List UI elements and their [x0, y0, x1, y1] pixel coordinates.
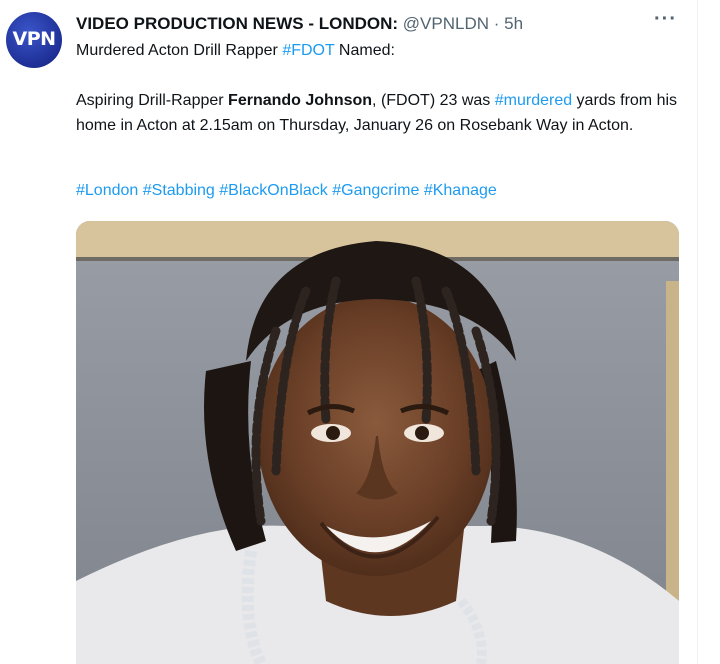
first-line-suffix: Named:: [334, 42, 395, 59]
timestamp[interactable]: 5h: [504, 14, 523, 33]
hashtag-london[interactable]: #London: [76, 182, 138, 199]
hashtag-khanage[interactable]: #Khanage: [424, 182, 497, 199]
hashtag-murdered[interactable]: #murdered: [495, 92, 572, 109]
photo-portrait: [76, 221, 679, 664]
hashtag-gangcrime[interactable]: #Gangcrime: [332, 182, 419, 199]
avatar-logo-text: VPN: [12, 27, 56, 50]
timeline-border: [697, 0, 698, 664]
more-horizontal-icon[interactable]: ···: [654, 8, 677, 31]
tweet-header: VIDEO PRODUCTION NEWS - LONDON: @VPNLDN …: [76, 14, 523, 34]
body-bold-name: Fernando Johnson: [228, 92, 373, 109]
hashtag-row: #London #Stabbing #BlackOnBlack #Gangcri…: [76, 182, 497, 200]
body-part-2: , (FDOT) 23 was: [372, 92, 495, 109]
body-part-1: Aspiring Drill-Rapper: [76, 92, 229, 109]
avatar[interactable]: VPN: [6, 12, 62, 68]
tweet-first-line: Murdered Acton Drill Rapper #FDOT Named:: [76, 42, 395, 60]
tweet-body: Aspiring Drill-Rapper Fernando Johnson, …: [76, 88, 686, 138]
hashtag-stabbing[interactable]: #Stabbing: [143, 182, 215, 199]
separator-dot: ·: [493, 14, 500, 33]
handle[interactable]: @VPNLDN: [403, 14, 489, 33]
tweet-photo[interactable]: [76, 221, 679, 664]
hashtag-blackonblack[interactable]: #BlackOnBlack: [219, 182, 328, 199]
hashtag-fdot[interactable]: #FDOT: [282, 42, 334, 59]
display-name[interactable]: VIDEO PRODUCTION NEWS - LONDON:: [76, 14, 398, 33]
first-line-text: Murdered Acton Drill Rapper: [76, 42, 283, 59]
